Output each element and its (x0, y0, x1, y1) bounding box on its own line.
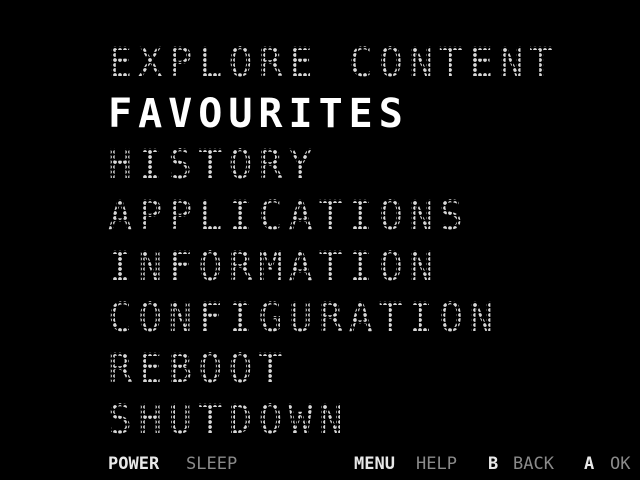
b-action-label: BACK (513, 454, 554, 474)
menu-item-shutdown[interactable]: SHUTDOWN (108, 395, 559, 446)
a-key-hint: A (584, 454, 595, 474)
menu-item-favourites[interactable]: FAVOURITES (108, 89, 559, 140)
b-key-hint: B (488, 454, 499, 474)
menu-action-label: HELP (416, 454, 457, 474)
menu-key-hint: MENU (354, 454, 395, 474)
power-key-hint: POWER (108, 454, 160, 474)
menu-item-information[interactable]: INFORMATION (108, 242, 559, 293)
menu-item-reboot[interactable]: REBOOT (108, 344, 559, 395)
main-menu: EXPLORE CONTENT FAVOURITES HISTORY APPLI… (108, 38, 559, 446)
button-hint-bar: POWER SLEEP MENU HELP B BACK A OK (108, 452, 640, 476)
menu-item-configuration[interactable]: CONFIGURATION (108, 293, 559, 344)
menu-item-history[interactable]: HISTORY (108, 140, 559, 191)
menu-item-explore-content[interactable]: EXPLORE CONTENT (108, 38, 559, 89)
a-action-label: OK (610, 454, 631, 474)
power-action-label: SLEEP (186, 454, 238, 474)
menu-item-applications[interactable]: APPLICATIONS (108, 191, 559, 242)
